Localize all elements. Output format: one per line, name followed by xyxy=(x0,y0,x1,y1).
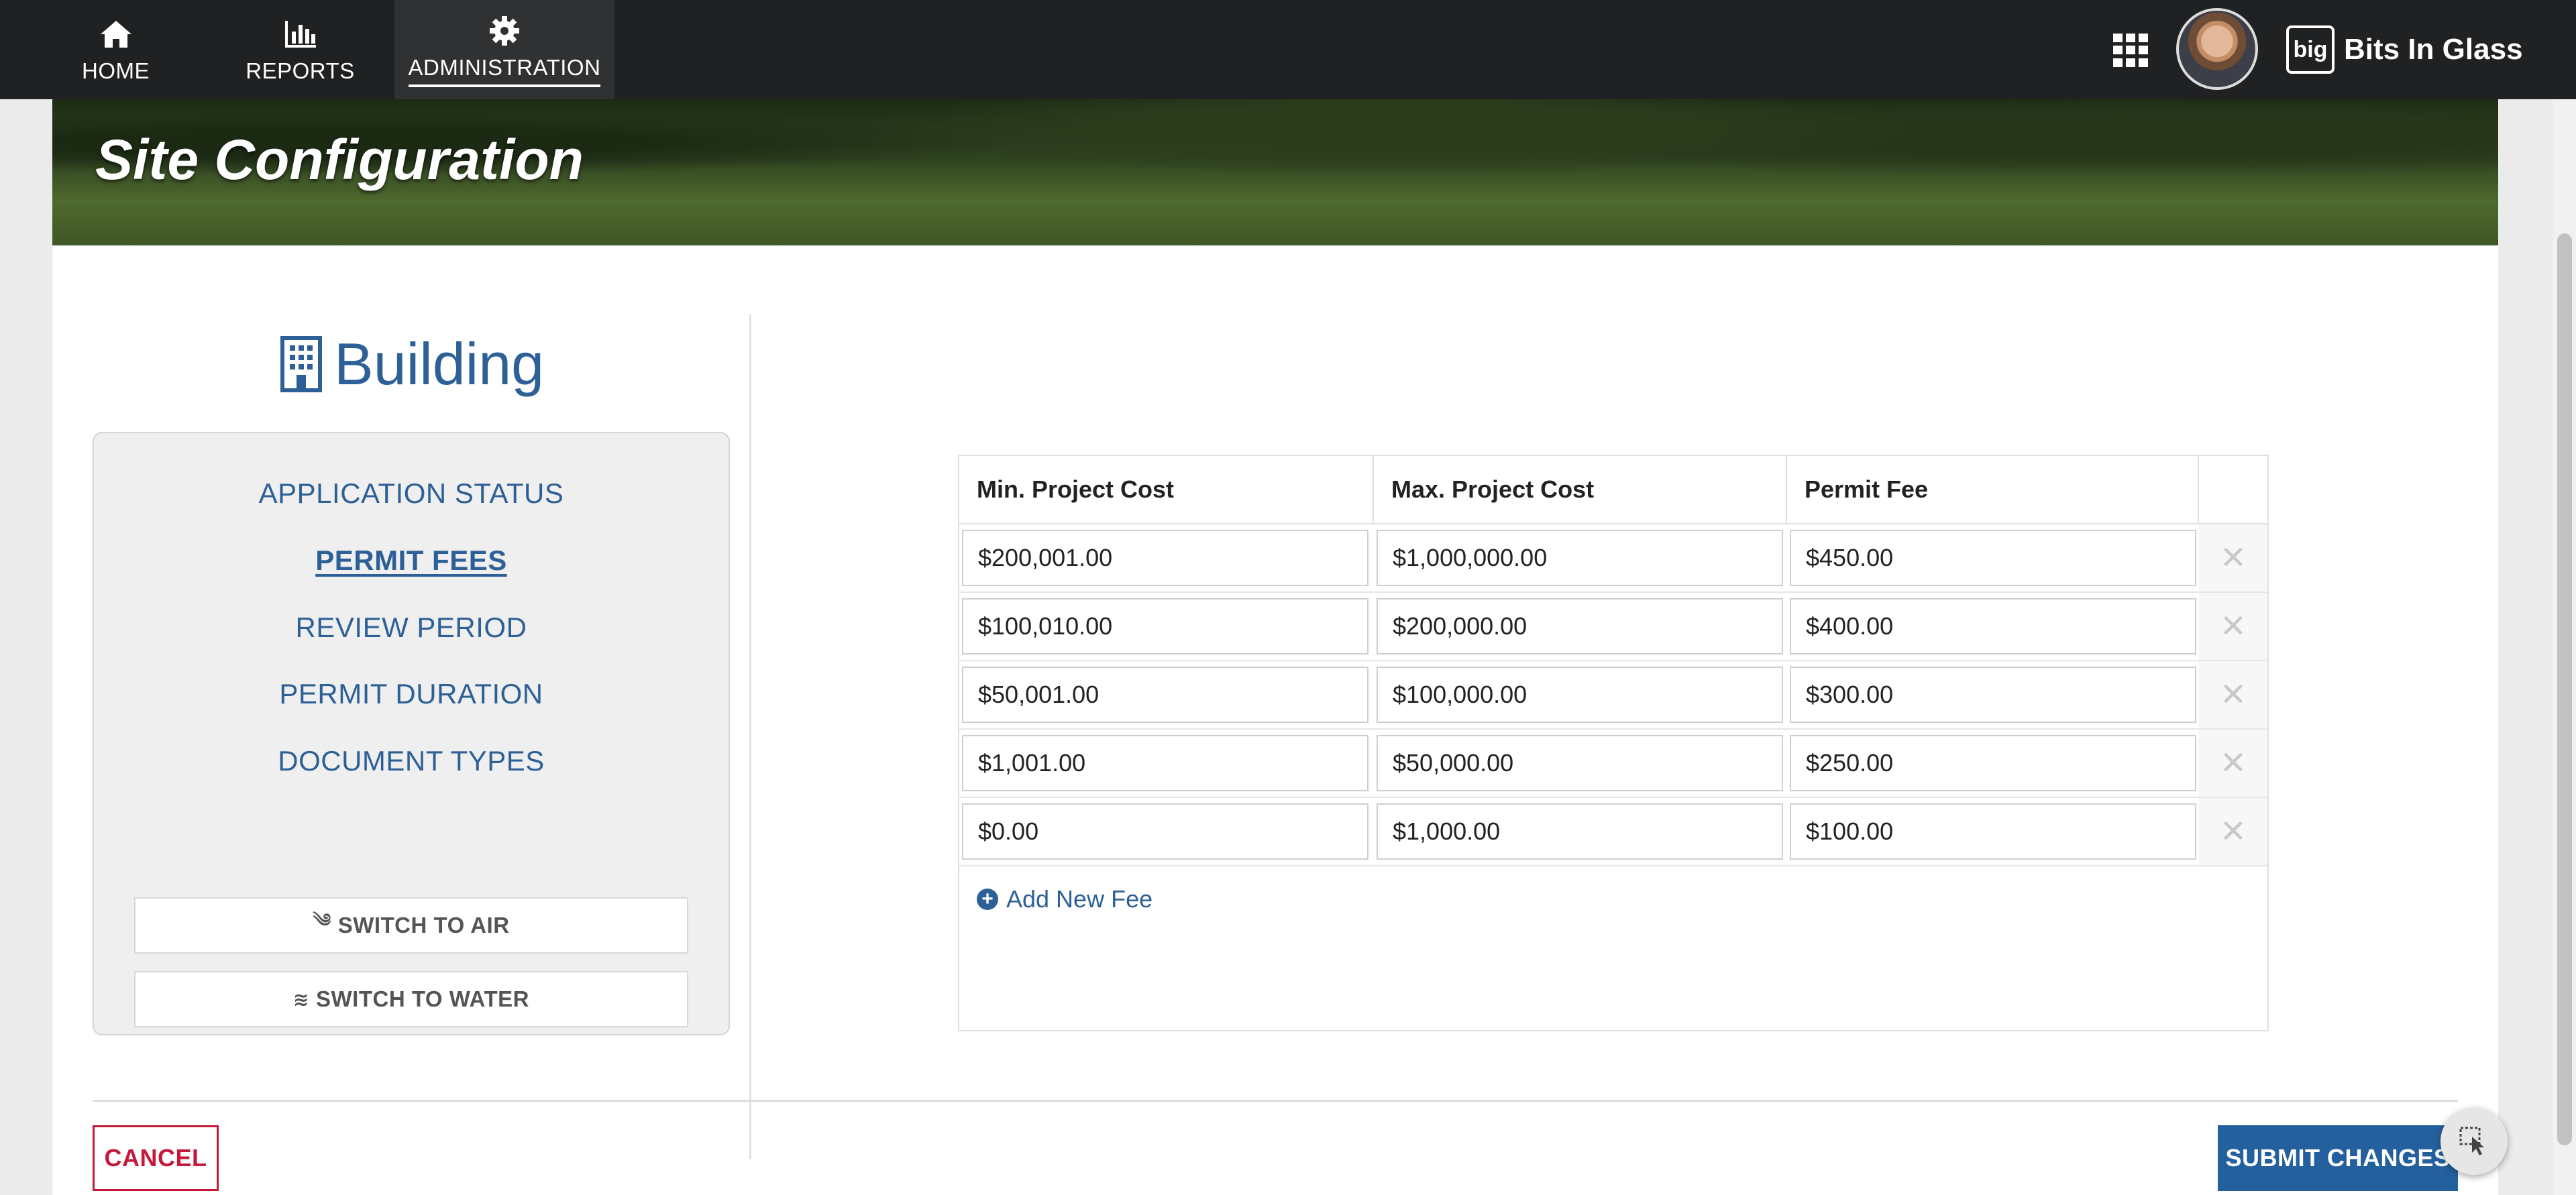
max-cost-input[interactable]: $50,000.00 xyxy=(1377,735,1783,791)
close-icon: ✕ xyxy=(2219,746,2247,781)
permit-fee-input[interactable]: $250.00 xyxy=(1790,735,2196,791)
max-cost-input[interactable]: $1,000.00 xyxy=(1377,803,1783,860)
submit-changes-button[interactable]: SUBMIT CHANGES xyxy=(2218,1125,2458,1191)
permit-fee-input[interactable]: $300.00 xyxy=(1790,667,2196,723)
scrollbar-thumb[interactable] xyxy=(2557,233,2572,1145)
brand-name: Bits In Glass xyxy=(2344,33,2523,66)
min-cost-input[interactable]: $1,001.00 xyxy=(962,735,1368,791)
table-header: Min. Project Cost Max. Project Cost Perm… xyxy=(959,456,2267,524)
table-row: $50,001.00 $100,000.00 $300.00 ✕ xyxy=(959,661,2267,730)
building-icon xyxy=(280,336,322,392)
nav-reports-label: REPORTS xyxy=(246,58,355,83)
menu-review-period[interactable]: REVIEW PERIOD xyxy=(94,612,729,644)
max-cost-input[interactable]: $1,000,000.00 xyxy=(1377,530,1783,586)
delete-row-button[interactable]: ✕ xyxy=(2199,730,2267,797)
hero-banner: Site Configuration xyxy=(52,99,2498,245)
top-nav-bar: HOME REPORTS ADMINISTRATION big Bits In … xyxy=(0,0,2576,99)
cursor-select-icon xyxy=(2459,1127,2484,1155)
page-content: Site Configuration Building APPLICATION … xyxy=(52,99,2498,1195)
wind-icon: ༄ xyxy=(313,909,331,931)
min-cost-input[interactable]: $100,010.00 xyxy=(962,598,1368,655)
water-icon: ≋ xyxy=(293,988,310,1010)
close-icon: ✕ xyxy=(2219,609,2247,644)
table-row: $1,001.00 $50,000.00 $250.00 ✕ xyxy=(959,730,2267,798)
section-heading-text: Building xyxy=(334,331,545,397)
apps-grid-icon[interactable] xyxy=(2113,34,2151,67)
table-row: $100,010.00 $200,000.00 $400.00 ✕ xyxy=(959,593,2267,661)
delete-row-button[interactable]: ✕ xyxy=(2199,798,2267,865)
permit-fee-input[interactable]: $450.00 xyxy=(1790,530,2196,586)
nav-administration[interactable]: ADMINISTRATION xyxy=(394,0,614,99)
max-cost-input[interactable]: $100,000.00 xyxy=(1377,667,1783,723)
nav-reports[interactable]: REPORTS xyxy=(241,0,359,99)
min-cost-input[interactable]: $0.00 xyxy=(962,803,1368,860)
column-header-max-cost: Max. Project Cost xyxy=(1374,456,1787,523)
footer-divider xyxy=(93,1100,2458,1102)
table-row: $200,001.00 $1,000,000.00 $450.00 ✕ xyxy=(959,524,2267,593)
menu-permit-duration[interactable]: PERMIT DURATION xyxy=(94,678,729,710)
add-new-fee-label: Add New Fee xyxy=(1006,885,1153,913)
cancel-button[interactable]: CANCEL xyxy=(93,1125,219,1191)
permit-fee-table: Min. Project Cost Max. Project Cost Perm… xyxy=(958,455,2269,1031)
nav-home[interactable]: HOME xyxy=(67,0,164,99)
menu-document-types[interactable]: DOCUMENT TYPES xyxy=(94,745,729,777)
brand[interactable]: big Bits In Glass xyxy=(2286,24,2523,75)
min-cost-input[interactable]: $50,001.00 xyxy=(962,667,1368,723)
column-header-permit-fee: Permit Fee xyxy=(1787,456,2199,523)
switch-to-air-label: SWITCH TO AIR xyxy=(337,913,510,937)
delete-row-button[interactable]: ✕ xyxy=(2199,593,2267,660)
brand-logo: big xyxy=(2286,25,2334,74)
feedback-float-button[interactable] xyxy=(2440,1108,2508,1175)
section-heading: Building xyxy=(280,327,544,401)
min-cost-input[interactable]: $200,001.00 xyxy=(962,530,1368,586)
permit-fee-input[interactable]: $100.00 xyxy=(1790,803,2196,860)
nav-home-label: HOME xyxy=(82,58,150,83)
table-row: $0.00 $1,000.00 $100.00 ✕ xyxy=(959,798,2267,866)
close-icon: ✕ xyxy=(2219,677,2247,713)
add-new-fee-link[interactable]: + Add New Fee xyxy=(977,885,1152,913)
close-icon: ✕ xyxy=(2219,814,2247,850)
delete-row-button[interactable]: ✕ xyxy=(2199,661,2267,728)
delete-row-button[interactable]: ✕ xyxy=(2199,524,2267,591)
switch-to-air-button[interactable]: ༄ SWITCH TO AIR xyxy=(134,897,688,954)
column-header-min-cost: Min. Project Cost xyxy=(959,456,1374,523)
config-menu: APPLICATION STATUS PERMIT FEES REVIEW PE… xyxy=(93,432,730,1035)
gear-icon xyxy=(486,12,523,50)
menu-application-status[interactable]: APPLICATION STATUS xyxy=(94,477,729,510)
user-avatar[interactable] xyxy=(2176,8,2258,90)
switch-to-water-button[interactable]: ≋ SWITCH TO WATER xyxy=(134,971,688,1027)
switch-to-water-label: SWITCH TO WATER xyxy=(316,986,529,1011)
close-icon: ✕ xyxy=(2219,540,2247,576)
permit-fee-input[interactable]: $400.00 xyxy=(1790,598,2196,655)
home-icon xyxy=(97,15,135,53)
page-scrollbar[interactable] xyxy=(2553,99,2576,1195)
plus-circle-icon: + xyxy=(977,889,998,910)
max-cost-input[interactable]: $200,000.00 xyxy=(1377,598,1783,655)
page-title: Site Configuration xyxy=(95,128,584,191)
nav-administration-label: ADMINISTRATION xyxy=(408,55,601,87)
menu-permit-fees[interactable]: PERMIT FEES xyxy=(94,545,729,577)
bar-chart-icon xyxy=(282,15,319,53)
vertical-divider xyxy=(749,314,751,1159)
